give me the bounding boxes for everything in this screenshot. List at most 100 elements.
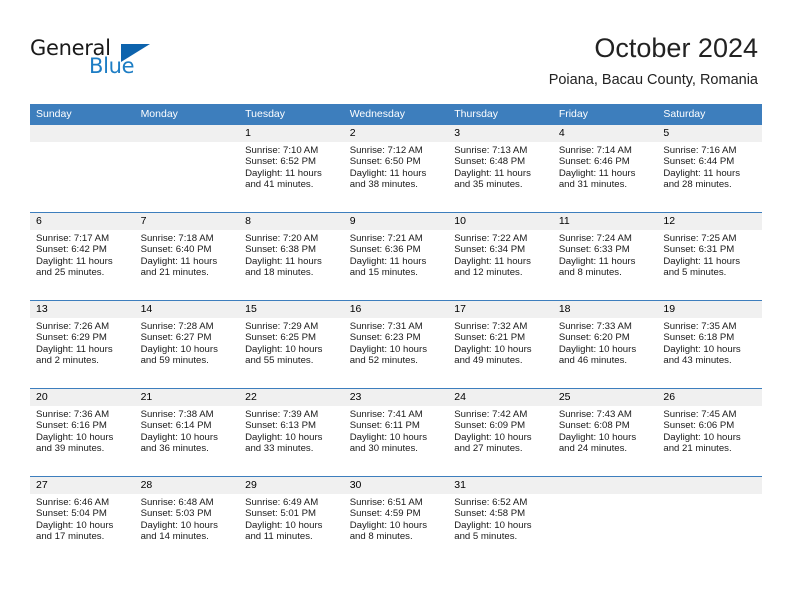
day-number: 24 [448,389,553,406]
weekday-header-sunday: Sunday [36,108,72,120]
day-number: 27 [30,477,135,494]
general-blue-logo: General Blue [30,36,210,84]
calendar-day-cell[interactable]: 10 Sunrise: 7:22 AM Sunset: 6:34 PM Dayligh… [448,213,553,300]
day-number: 31 [448,477,553,494]
sunrise-text: Sunrise: 7:25 AM [663,233,737,244]
day-number: 10 [448,213,553,230]
daylight-text-line1: Daylight: 10 hours [349,519,428,531]
day-details: Sunrise: 7:18 AM Sunset: 6:40 PM Daylight:… [135,230,240,278]
sunset-text: Sunset: 6:13 PM [245,420,317,432]
calendar-day-cell[interactable]: 22 Sunrise: 7:39 AM Sunset: 6:13 PM Dayligh… [239,389,344,476]
sunrise-text: Sunrise: 7:14 AM [558,145,632,156]
day-details: Sunrise: 7:26 AM Sunset: 6:29 PM Daylight:… [30,318,135,366]
calendar-day-cell[interactable]: 25 Sunrise: 7:43 AM Sunset: 6:08 PM Dayligh… [552,389,658,476]
calendar-day-cell[interactable]: 6 Sunrise: 7:17 AM Sunset: 6:42 PM Daylight… [30,213,135,300]
day-number: 25 [552,389,658,406]
daylight-text-line2: and 36 minutes. [140,442,209,454]
calendar-day-cell[interactable]: 17 Sunrise: 7:32 AM Sunset: 6:21 PM Dayligh… [448,301,553,388]
calendar-day-cell[interactable]: 30 Sunrise: 6:51 AM Sunset: 4:59 PM Dayligh… [343,477,449,564]
sunrise-text: Sunrise: 7:38 AM [140,409,214,420]
sunrise-text: Sunrise: 7:43 AM [558,409,632,420]
sunrise-text: Sunrise: 7:33 AM [558,321,632,332]
day-details: Sunrise: 7:39 AM Sunset: 6:13 PM Daylight:… [239,406,344,454]
day-number: 13 [30,301,135,318]
calendar-day-cell[interactable]: 9 Sunrise: 7:21 AM Sunset: 6:36 PM Daylight… [343,213,449,300]
daylight-text-line1: Daylight: 10 hours [454,343,532,355]
daylight-text-line1: Daylight: 11 hours [140,255,218,267]
day-details: Sunrise: 7:22 AM Sunset: 6:34 PM Daylight:… [448,230,553,278]
calendar-day-cell[interactable]: 19 Sunrise: 7:35 AM Sunset: 6:18 PM Dayligh… [657,301,762,388]
calendar-day-cell[interactable]: 28 Sunrise: 6:48 AM Sunset: 5:03 PM Dayligh… [134,477,240,564]
sunrise-text: Sunrise: 6:52 AM [454,497,528,508]
calendar-day-cell[interactable]: 5 Sunrise: 7:16 AM Sunset: 6:44 PM Daylight… [657,125,762,212]
calendar-day-cell[interactable]: 20 Sunrise: 7:36 AM Sunset: 6:16 PM Dayligh… [30,389,135,476]
weekday-header-friday: Friday [558,108,588,120]
calendar-week-row: 27 Sunrise: 6:46 AM Sunset: 5:04 PM Dayligh… [30,476,762,564]
day-number [657,477,762,494]
calendar-day-cell[interactable]: 8 Sunrise: 7:20 AM Sunset: 6:38 PM Daylight… [239,213,344,300]
sunset-text: Sunset: 5:01 PM [245,508,317,520]
sunrise-text: Sunrise: 7:16 AM [663,145,737,156]
calendar-day-cell[interactable]: 15 Sunrise: 7:29 AM Sunset: 6:25 PM Dayligh… [239,301,344,388]
daylight-text-line2: and 5 minutes. [454,530,518,542]
daylight-text-line1: Daylight: 10 hours [245,519,323,531]
sunset-text: Sunset: 6:33 PM [558,244,630,256]
day-details: Sunrise: 7:33 AM Sunset: 6:20 PM Daylight:… [553,318,658,366]
daylight-text-line2: and 5 minutes. [663,266,727,278]
day-details: Sunrise: 7:38 AM Sunset: 6:14 PM Daylight:… [135,406,240,454]
calendar-day-cell-empty [657,477,762,564]
calendar-day-cell[interactable]: 4 Sunrise: 7:14 AM Sunset: 6:46 PM Daylight… [552,125,658,212]
daylight-text-line1: Daylight: 10 hours [140,431,218,443]
calendar-day-cell[interactable]: 16 Sunrise: 7:31 AM Sunset: 6:23 PM Dayligh… [343,301,449,388]
calendar-day-cell[interactable]: 3 Sunrise: 7:13 AM Sunset: 6:48 PM Daylight… [448,125,553,212]
calendar-day-cell[interactable]: 31 Sunrise: 6:52 AM Sunset: 4:58 PM Dayligh… [448,477,553,564]
daylight-text-line2: and 14 minutes. [140,530,209,542]
daylight-text-line1: Daylight: 10 hours [245,343,323,355]
calendar-day-cell[interactable]: 29 Sunrise: 6:49 AM Sunset: 5:01 PM Dayligh… [239,477,344,564]
sunrise-text: Sunrise: 7:31 AM [349,321,423,332]
sunrise-text: Sunrise: 7:41 AM [349,409,423,420]
calendar-day-cell[interactable]: 18 Sunrise: 7:33 AM Sunset: 6:20 PM Dayligh… [552,301,658,388]
calendar-day-cell[interactable]: 24 Sunrise: 7:42 AM Sunset: 6:09 PM Dayligh… [448,389,553,476]
calendar-day-cell[interactable]: 13 Sunrise: 7:26 AM Sunset: 6:29 PM Dayligh… [30,301,135,388]
daylight-text-line1: Daylight: 10 hours [349,343,428,355]
logo-text-blue: Blue [89,54,135,78]
calendar-day-cell[interactable]: 12 Sunrise: 7:25 AM Sunset: 6:31 PM Dayligh… [657,213,762,300]
day-number: 15 [239,301,344,318]
day-number: 30 [343,477,449,494]
sunrise-text: Sunrise: 7:45 AM [663,409,737,420]
calendar-day-cell[interactable]: 21 Sunrise: 7:38 AM Sunset: 6:14 PM Dayligh… [134,389,240,476]
calendar-day-cell[interactable]: 11 Sunrise: 7:24 AM Sunset: 6:33 PM Dayligh… [552,213,658,300]
day-number: 5 [657,125,762,142]
calendar-week-row: 6 Sunrise: 7:17 AM Sunset: 6:42 PM Daylight… [30,212,762,300]
sunset-text: Sunset: 6:29 PM [36,332,107,344]
calendar-day-cell[interactable]: 23 Sunrise: 7:41 AM Sunset: 6:11 PM Dayligh… [343,389,449,476]
daylight-text-line2: and 33 minutes. [245,442,314,454]
calendar-week-row: 13 Sunrise: 7:26 AM Sunset: 6:29 PM Dayligh… [30,300,762,388]
day-details: Sunrise: 7:43 AM Sunset: 6:08 PM Daylight:… [553,406,658,454]
daylight-text-line2: and 2 minutes. [36,354,99,366]
day-number: 20 [30,389,135,406]
calendar-week-row: 20 Sunrise: 7:36 AM Sunset: 6:16 PM Dayligh… [30,388,762,476]
weekday-header-monday: Monday [140,108,178,120]
day-number: 8 [239,213,344,230]
daylight-text-line2: and 8 minutes. [349,530,413,542]
calendar-day-cell[interactable]: 7 Sunrise: 7:18 AM Sunset: 6:40 PM Daylight… [134,213,240,300]
weekday-header-saturday: Saturday [663,108,706,120]
calendar-day-cell[interactable]: 14 Sunrise: 7:28 AM Sunset: 6:27 PM Dayligh… [134,301,240,388]
sunset-text: Sunset: 6:08 PM [558,420,630,432]
daylight-text-line2: and 39 minutes. [36,442,105,454]
day-details: Sunrise: 6:46 AM Sunset: 5:04 PM Daylight:… [30,494,135,542]
calendar-day-cell[interactable]: 26 Sunrise: 7:45 AM Sunset: 6:06 PM Dayligh… [657,389,762,476]
daylight-text-line2: and 11 minutes. [245,530,313,542]
calendar-day-cell-empty [30,125,135,212]
sunset-text: Sunset: 6:11 PM [349,420,420,432]
daylight-text-line2: and 31 minutes. [558,178,628,190]
day-number: 19 [657,301,762,318]
day-number: 16 [343,301,449,318]
sunset-text: Sunset: 6:52 PM [245,156,317,168]
day-details: Sunrise: 7:45 AM Sunset: 6:06 PM Daylight:… [657,406,762,454]
calendar-day-cell[interactable]: 27 Sunrise: 6:46 AM Sunset: 5:04 PM Dayligh… [30,477,135,564]
calendar-day-cell[interactable]: 2 Sunrise: 7:12 AM Sunset: 6:50 PM Daylight… [343,125,449,212]
calendar-day-cell[interactable]: 1 Sunrise: 7:10 AM Sunset: 6:52 PM Daylight… [239,125,344,212]
